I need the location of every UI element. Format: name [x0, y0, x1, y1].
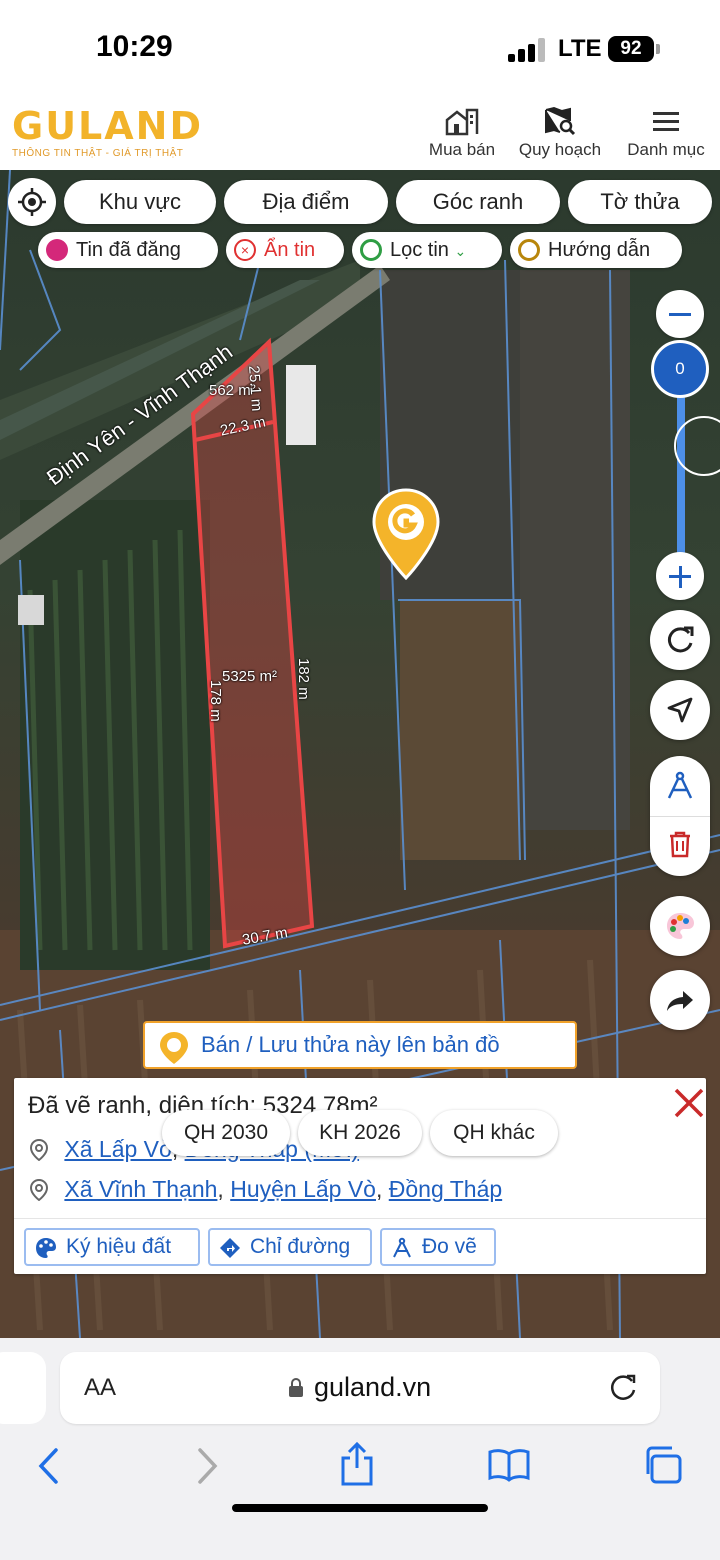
chip-loc-tin[interactable]: Lọc tin ⌄ — [352, 232, 502, 268]
compass-measure-icon[interactable] — [664, 770, 696, 802]
palette-button[interactable] — [650, 896, 710, 956]
share-arrow-icon — [667, 991, 693, 1011]
divider — [14, 1218, 706, 1219]
navigation-arrow-icon — [667, 697, 693, 723]
parcel-info-panel: Đã vẽ ranh, diện tích: 5324.78m² Xã Lấp … — [14, 1078, 706, 1274]
separator: , — [217, 1176, 231, 1202]
refresh-button[interactable] — [650, 610, 710, 670]
bookmarks-icon[interactable] — [488, 1448, 530, 1482]
home-indicator — [232, 1504, 488, 1512]
buildings-icon — [445, 108, 479, 136]
logo-wordmark: GULAND — [12, 104, 204, 148]
zoom-slider-handle[interactable]: 0 — [651, 340, 709, 398]
navigate-button[interactable] — [650, 680, 710, 740]
guide-icon — [518, 239, 540, 261]
chip-label: Hướng dẫn — [548, 239, 651, 261]
nav-label: Mua bán — [428, 140, 496, 159]
compass-measure-icon — [393, 1237, 411, 1258]
button-label: Ký hiệu đất — [66, 1235, 172, 1258]
tab-kh-2026[interactable]: KH 2026 — [298, 1110, 422, 1156]
location-pin-icon[interactable] — [372, 488, 440, 580]
button-label: Đo vẽ — [422, 1235, 477, 1258]
tabs-icon[interactable] — [642, 1446, 682, 1484]
filter-khu-vuc[interactable]: Khu vực — [64, 180, 216, 224]
filter-icon — [360, 239, 382, 261]
nav-label: Danh mục — [627, 140, 705, 159]
address-bar[interactable]: AA guland.vn — [60, 1352, 660, 1424]
tab-qh-khac[interactable]: QH khác — [430, 1110, 558, 1156]
clock: 10:29 — [96, 30, 173, 63]
button-label: Chỉ đường — [250, 1235, 351, 1258]
nav-label: Quy hoạch — [518, 140, 602, 159]
url-text: guland.vn — [314, 1372, 432, 1402]
parcel-top-right-label: 25.1 m — [245, 365, 266, 412]
trash-icon[interactable] — [667, 830, 693, 858]
chip-tin-da-dang[interactable]: Tin đã đăng — [38, 232, 218, 268]
zoom-in-button[interactable] — [656, 552, 704, 600]
close-icon[interactable] — [672, 1086, 706, 1120]
network-type: LTE — [558, 35, 602, 62]
palette-icon — [667, 913, 694, 939]
app-header: GULAND THÔNG TIN THẬT - GIÁ TRỊ THẬT Mua… — [0, 100, 720, 170]
chip-label: Tin đã đăng — [76, 239, 181, 261]
crosshair-icon — [18, 188, 46, 216]
address-link[interactable]: Đồng Tháp — [389, 1176, 502, 1202]
battery-nub — [656, 44, 660, 54]
chip-label: Lọc tin — [390, 239, 449, 261]
measure-button[interactable]: Đo vẽ — [380, 1228, 496, 1266]
tab-qh-2030[interactable]: QH 2030 — [162, 1110, 290, 1156]
previous-tab-preview[interactable] — [0, 1352, 46, 1424]
reload-icon[interactable] — [608, 1372, 638, 1402]
separator: , — [375, 1176, 389, 1202]
posted-icon — [46, 239, 68, 261]
guland-pin-icon — [160, 1032, 188, 1064]
guland-logo[interactable]: GULAND THÔNG TIN THẬT - GIÁ TRỊ THẬT — [12, 106, 203, 159]
reader-text-size-button[interactable]: AA — [84, 1374, 116, 1402]
filter-to-thua[interactable]: Tờ thửa — [568, 180, 712, 224]
chip-huong-dan[interactable]: Hướng dẫn — [510, 232, 682, 268]
sell-save-parcel-button[interactable]: Bán / Lưu thửa này lên bản đồ — [143, 1021, 577, 1069]
parcel-right-side-label: 182 m — [295, 658, 312, 700]
status-bar: 10:29 LTE 92 — [0, 0, 720, 100]
nav-danh-muc[interactable]: Danh mục — [622, 106, 710, 160]
land-symbol-button[interactable]: Ký hiệu đất — [24, 1228, 200, 1266]
hide-icon: × — [234, 239, 256, 261]
map-pin-icon — [30, 1179, 48, 1201]
sell-button-label: Bán / Lưu thửa này lên bản đồ — [201, 1032, 500, 1057]
chip-label: Ẩn tin — [264, 239, 316, 261]
map-search-icon — [545, 106, 576, 136]
chip-an-tin[interactable]: × Ẩn tin — [226, 232, 344, 268]
chevron-down-icon: ⌄ — [454, 243, 467, 259]
parcel-left-side-label: 178 m — [207, 680, 224, 722]
share-icon[interactable] — [340, 1442, 374, 1486]
directions-button[interactable]: Chỉ đường — [208, 1228, 372, 1266]
address-link[interactable]: Huyện Lấp Vò — [230, 1176, 376, 1202]
nav-mua-ban[interactable]: Mua bán — [424, 106, 500, 160]
filter-goc-ranh[interactable]: Góc ranh — [396, 180, 560, 224]
share-button[interactable] — [650, 970, 710, 1030]
back-icon[interactable] — [36, 1446, 62, 1486]
address-old: Xã Vĩnh Thạnh, Huyện Lấp Vò, Đồng Tháp — [30, 1176, 502, 1203]
directions-icon — [220, 1238, 240, 1258]
zoom-out-button[interactable] — [656, 290, 704, 338]
refresh-icon — [667, 626, 694, 653]
my-location-button[interactable] — [8, 178, 56, 226]
logo-tagline: THÔNG TIN THẬT - GIÁ TRỊ THẬT — [12, 148, 184, 159]
nav-quy-hoach[interactable]: Quy hoạch — [514, 106, 606, 160]
address-link[interactable]: Xã Vĩnh Thạnh — [64, 1176, 217, 1202]
forward-icon[interactable] — [194, 1446, 220, 1486]
map-pin-icon — [30, 1139, 48, 1161]
palette-icon — [36, 1238, 56, 1258]
browser-toolbar: AA guland.vn — [0, 1338, 720, 1560]
parcel-area-main-label: 5325 m² — [222, 668, 278, 685]
signal-icon — [508, 38, 548, 62]
menu-icon — [653, 112, 679, 131]
address-link[interactable]: Xã Lấp Vò — [64, 1136, 171, 1162]
filter-dia-diem[interactable]: Địa điểm — [224, 180, 388, 224]
draw-tools-group — [650, 756, 710, 876]
satellite-map[interactable]: 562 m² 25.1 m 22.3 m 5325 m² 178 m 182 m… — [0, 170, 720, 1338]
battery-icon: 92 — [608, 36, 654, 62]
